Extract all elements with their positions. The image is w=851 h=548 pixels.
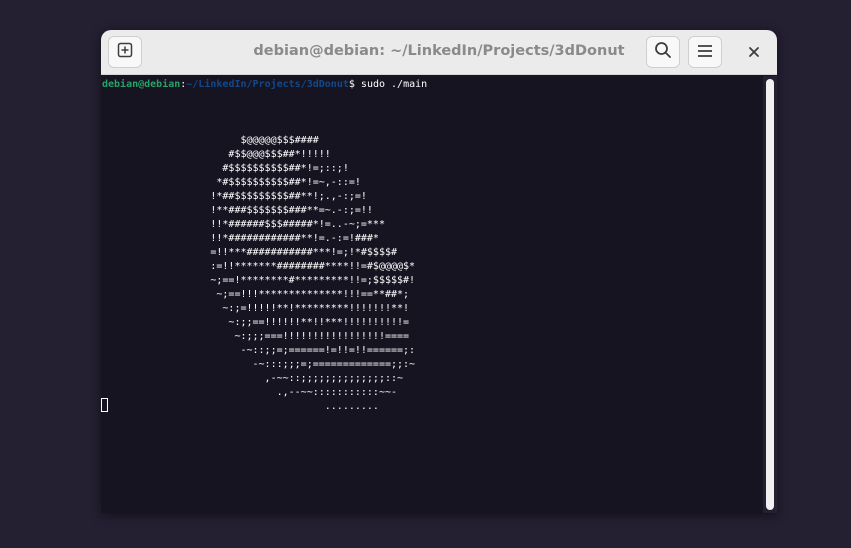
new-tab-icon (117, 42, 133, 62)
prompt-symbol: $ (348, 79, 361, 90)
terminal-output-area[interactable]: debian@debian:~/LinkedIn/Projects/3dDonu… (101, 76, 763, 513)
new-tab-button[interactable] (108, 36, 142, 68)
terminal-window: debian@debian: ~/LinkedIn/Projects/3dDon… (101, 30, 777, 513)
shell-prompt-line: debian@debian:~/LinkedIn/Projects/3dDonu… (102, 78, 427, 92)
donut-ascii-output: $@@@@@$$$#### #$$@@@$$$##*!!!!! #$$$$$$$… (210, 135, 416, 412)
command-text: sudo ./main (360, 79, 428, 90)
close-icon (748, 43, 760, 62)
text-cursor (101, 398, 108, 412)
prompt-path: ~/LinkedIn/Projects/3dDonut (186, 79, 349, 90)
search-icon (654, 41, 672, 63)
titlebar: debian@debian: ~/LinkedIn/Projects/3dDon… (101, 30, 777, 75)
prompt-user-host: debian@debian (102, 79, 181, 90)
scrollbar-thumb[interactable] (766, 79, 774, 510)
search-button[interactable] (646, 36, 680, 68)
menu-button[interactable] (688, 36, 722, 68)
hamburger-menu-icon (697, 43, 713, 62)
close-button[interactable] (738, 36, 770, 68)
scrollbar[interactable] (763, 76, 777, 513)
